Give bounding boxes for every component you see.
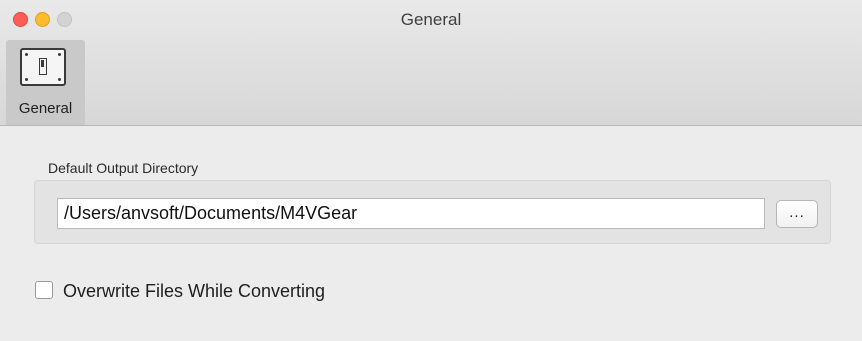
output-directory-label: Default Output Directory <box>48 160 199 176</box>
overwrite-checkbox[interactable] <box>35 281 53 299</box>
tab-general[interactable]: General <box>6 40 85 125</box>
tab-general-label: General <box>18 100 73 117</box>
output-directory-field[interactable] <box>57 198 765 229</box>
general-switch-icon <box>20 48 66 86</box>
overwrite-label[interactable]: Overwrite Files While Converting <box>63 281 325 302</box>
title-bar: General General <box>0 0 862 126</box>
browse-button[interactable]: ... <box>776 200 818 228</box>
window-title: General <box>400 10 462 29</box>
preferences-window: General General Default Output Directory… <box>0 0 862 341</box>
